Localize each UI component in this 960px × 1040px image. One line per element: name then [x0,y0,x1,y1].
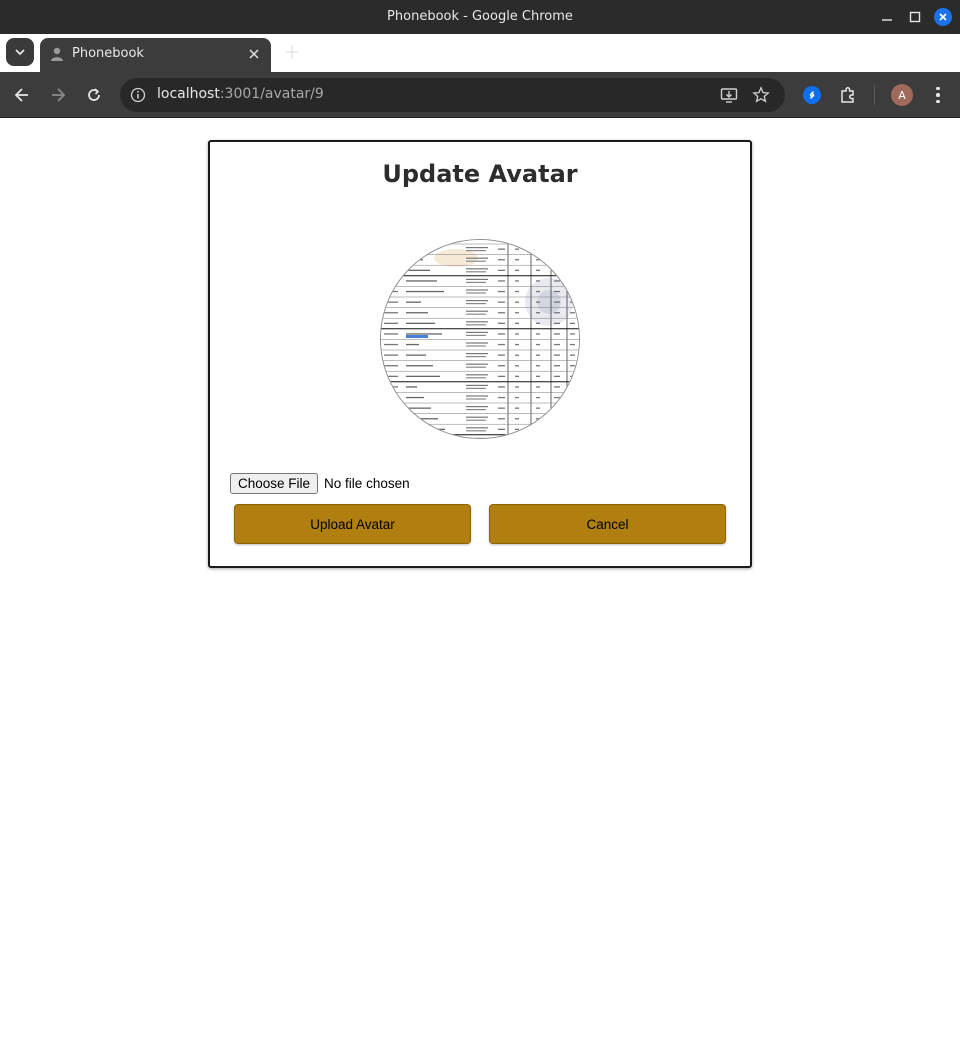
tab-title: Phonebook [72,46,144,61]
toolbar-divider [874,85,875,105]
page-title: Update Avatar [382,160,578,188]
choose-file-button[interactable]: Choose File [230,472,319,494]
reload-button[interactable] [83,84,105,106]
browser-toolbar: localhost:3001/avatar/9 A [0,72,960,118]
url-host: localhost [157,86,220,102]
minimize-icon [882,19,892,21]
close-icon [934,8,952,26]
url-text[interactable]: localhost:3001/avatar/9 [157,86,324,102]
window-title-bar: Phonebook - Google Chrome [0,0,960,34]
new-tab-button[interactable] [281,41,303,63]
chrome-menu-icon[interactable] [928,84,948,106]
window-title: Phonebook - Google Chrome [387,9,573,24]
document-thumbnail [381,240,579,438]
person-icon [51,47,63,61]
tab-phonebook[interactable]: Phonebook [40,38,271,72]
arrow-left-icon [14,88,28,102]
plus-icon [286,46,298,58]
cancel-button[interactable]: Cancel [489,504,726,544]
install-app-icon[interactable] [720,86,738,104]
profile-avatar[interactable]: A [891,84,913,106]
shazam-extension-icon[interactable] [803,86,821,104]
update-avatar-card: Update Avatar Choose File No file chosen… [208,140,752,568]
file-input[interactable]: Choose File No file chosen [230,472,410,494]
back-button[interactable] [11,84,33,106]
upload-avatar-button[interactable]: Upload Avatar [234,504,471,544]
url-path: :3001/avatar/9 [219,86,324,102]
maximize-button[interactable] [904,6,926,28]
forward-button[interactable] [47,84,69,106]
address-bar[interactable]: localhost:3001/avatar/9 [120,78,785,112]
file-status-text: No file chosen [324,475,410,491]
extensions-puzzle-icon[interactable] [838,85,858,105]
tab-search-button[interactable] [6,38,34,66]
chevron-down-icon [15,49,25,56]
avatar-preview-image [380,239,580,439]
bookmark-star-icon[interactable] [752,86,770,104]
maximize-icon [909,11,921,23]
arrow-right-icon [52,88,66,102]
reload-icon [88,88,100,101]
close-tab-icon[interactable] [246,46,262,62]
close-window-button[interactable] [932,6,954,28]
site-info-icon[interactable] [130,87,146,103]
minimize-button[interactable] [876,6,898,28]
